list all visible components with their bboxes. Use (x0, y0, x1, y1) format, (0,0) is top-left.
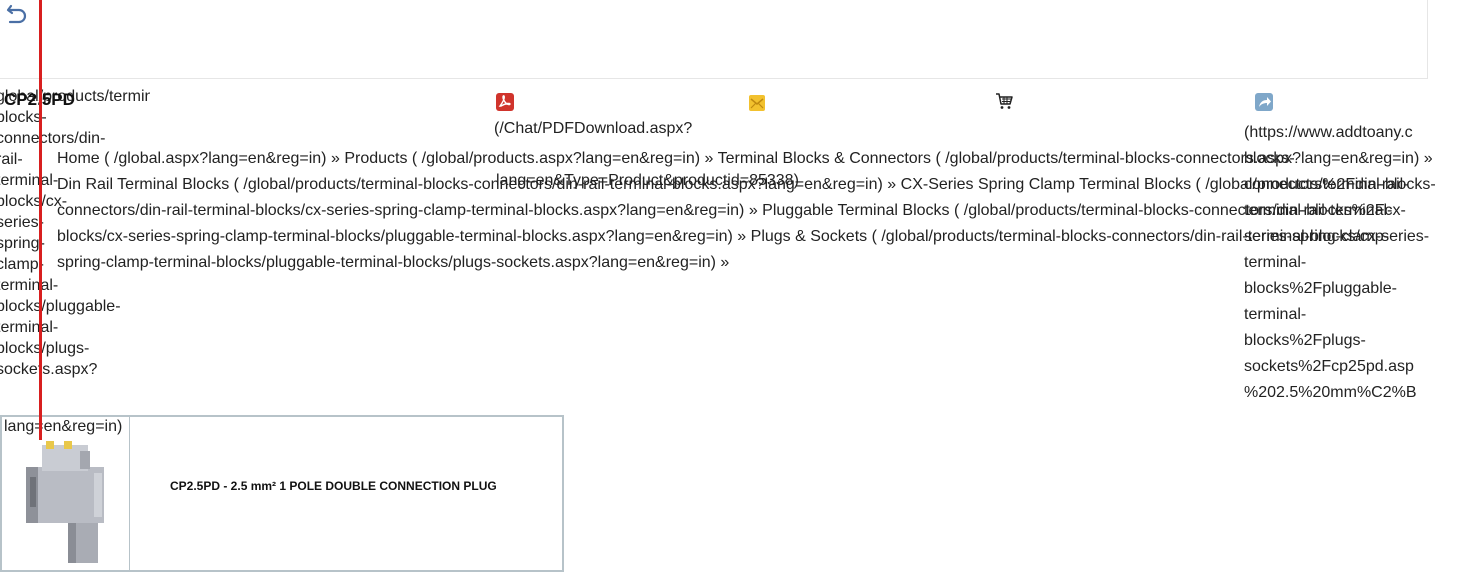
left-url-line: blocks- (0, 109, 47, 126)
breadcrumb-href: ( /global/products.aspx?lang=en&reg=in) (407, 150, 701, 167)
addtoany-line: %202.5%20mm%C2%B (1244, 384, 1417, 401)
cart-icon[interactable] (994, 91, 1014, 111)
page: global/products/terminal-blocks-connecto… (0, 0, 1465, 572)
terminal-plug-image[interactable] (20, 437, 112, 567)
left-url-line: terminal- (0, 319, 59, 336)
product-name[interactable]: CP2.5PD - 2.5 mm² 1 POLE DOUBLE CONNECTI… (170, 479, 497, 493)
breadcrumb-separator: » (1419, 150, 1433, 167)
breadcrumb-separator: » (326, 150, 345, 167)
left-url-line: sockets.aspx? (0, 361, 98, 378)
addtoany-line: blocks%2Fpluggable- (1244, 280, 1397, 297)
share-arrow-icon[interactable] (1254, 92, 1274, 112)
breadcrumb-label: Home (57, 150, 100, 167)
breadcrumb-item[interactable]: Terminal Blocks & Connectors ( /global/p… (718, 150, 1420, 167)
pdf-icon[interactable] (495, 92, 515, 112)
breadcrumb-href: ( /global/products/terminal-blocks-conne… (229, 176, 883, 193)
addtoany-line: blocks%2Fplugs- (1244, 332, 1366, 349)
left-url-tail: lang=en&reg=in) (4, 418, 123, 435)
mail-icon[interactable] (747, 93, 767, 113)
breadcrumb-label: Din Rail Terminal Blocks (57, 176, 230, 193)
breadcrumb-item[interactable]: Home ( /global.aspx?lang=en&reg=in) (57, 150, 327, 167)
header-box (0, 0, 1428, 79)
pdf-download-link[interactable]: (/Chat/PDFDownload.aspx? (494, 120, 692, 138)
breadcrumb-separator: » (700, 150, 718, 167)
breadcrumb-label: Pluggable Terminal Blocks (762, 202, 950, 219)
breadcrumb-label: Products (344, 150, 408, 167)
breadcrumb-label: CX-Series Spring Clamp Terminal Blocks (900, 176, 1192, 193)
breadcrumb-item[interactable]: Products ( /global/products.aspx?lang=en… (344, 150, 700, 167)
back-arrow-icon[interactable] (4, 1, 32, 29)
breadcrumb-item[interactable]: Din Rail Terminal Blocks ( /global/produ… (57, 176, 883, 193)
addtoany-line: (https://www.addtoany.c (1244, 124, 1413, 141)
addtoany-line: sockets%2Fcp25pd.asp (1244, 358, 1414, 375)
product-table: CP2.5PD - 2.5 mm² 1 POLE DOUBLE CONNECTI… (0, 415, 564, 572)
addtoany-line: terminal- (1244, 306, 1307, 323)
breadcrumb-href: ( /global/products/terminal-blocks-conne… (931, 150, 1420, 167)
left-url-line: blocks/pluggable- (0, 298, 121, 315)
breadcrumb-separator: » (732, 228, 751, 245)
left-url-line: terminal- (0, 277, 59, 294)
breadcrumb-separator: » (715, 254, 730, 271)
breadcrumb-href: ( /global.aspx?lang=en&reg=in) (99, 150, 327, 167)
left-url-line: blocks/plugs- (0, 340, 90, 357)
product-image-cell (2, 417, 130, 570)
breadcrumb: Home ( /global.aspx?lang=en&reg=in) » Pr… (57, 146, 1437, 276)
breadcrumb-label: Plugs & Sockets (750, 228, 868, 245)
breadcrumb-separator: » (744, 202, 763, 219)
breadcrumb-label: Terminal Blocks & Connectors (717, 150, 932, 167)
vertical-marker-line (39, 0, 42, 440)
breadcrumb-separator: » (882, 176, 901, 193)
